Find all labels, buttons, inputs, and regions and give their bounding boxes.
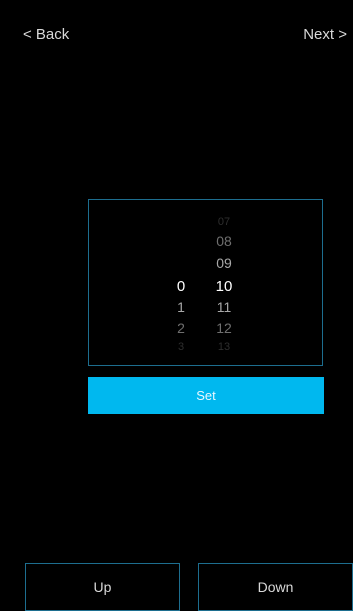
down-button[interactable]: Down: [198, 563, 353, 611]
next-link[interactable]: Next >: [303, 26, 347, 44]
picker-left-item[interactable]: 0: [161, 278, 201, 296]
back-link[interactable]: < Back: [23, 26, 69, 44]
picker-left-item[interactable]: 1: [161, 298, 201, 316]
picker-right-item[interactable]: 12: [199, 319, 249, 337]
picker-right-column[interactable]: 07 08 09 10 11 12 13: [199, 200, 249, 365]
picker-left-item[interactable]: 2: [161, 319, 201, 337]
number-picker[interactable]: 0 1 2 3 07 08 09 10 11 12 13: [88, 199, 323, 366]
up-button[interactable]: Up: [25, 563, 180, 611]
picker-right-item[interactable]: 10: [199, 278, 249, 296]
picker-left-column[interactable]: 0 1 2 3: [161, 200, 201, 365]
picker-right-item[interactable]: 13: [199, 338, 249, 356]
picker-left-item[interactable]: 3: [161, 338, 201, 356]
picker-right-item[interactable]: 08: [199, 232, 249, 250]
picker-right-item[interactable]: 09: [199, 254, 249, 272]
picker-right-item[interactable]: 11: [199, 298, 249, 316]
picker-right-item[interactable]: 07: [199, 213, 249, 231]
set-button[interactable]: Set: [88, 377, 324, 414]
